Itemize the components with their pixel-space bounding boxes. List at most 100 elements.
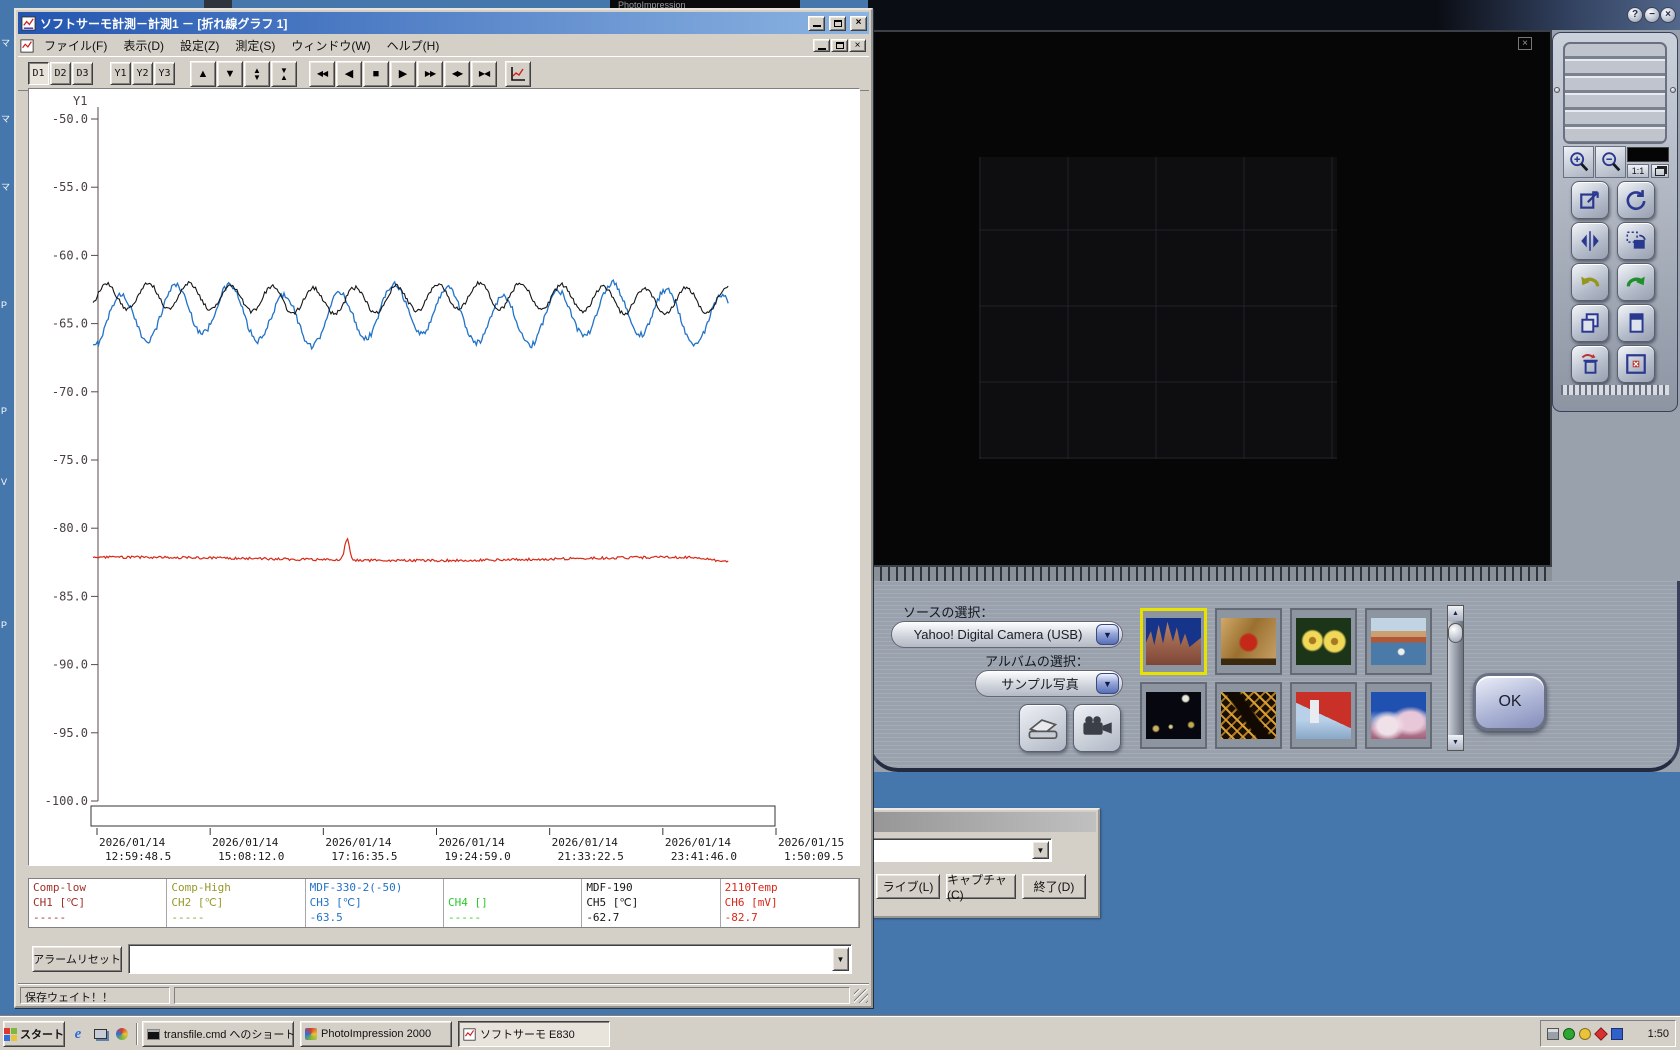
chevron-down-icon[interactable]: ▼: [1096, 624, 1119, 645]
internet-explorer-icon[interactable]: e: [68, 1024, 88, 1044]
titlebar[interactable]: ソフトサーモ計測－計測1 － [折れ線グラフ 1] ×: [18, 12, 869, 34]
menu-item-4[interactable]: ウィンドウ(W): [283, 36, 378, 55]
thumbnail-rock-spires[interactable]: [1140, 608, 1207, 675]
minimize-button[interactable]: [808, 16, 825, 31]
acquire-scanner-button[interactable]: [1019, 704, 1067, 752]
thumbnail-yellow-flowers[interactable]: [1290, 608, 1357, 675]
svg-text:-95.0: -95.0: [52, 726, 88, 740]
fast-forward-button[interactable]: ▶▶: [417, 61, 443, 87]
thumbnail-pink-clouds[interactable]: [1365, 682, 1432, 749]
viewer-close-icon[interactable]: ×: [1518, 37, 1532, 50]
alarm-reset-button[interactable]: アラームリセット: [32, 946, 122, 972]
chevron-down-icon[interactable]: ▼: [832, 947, 849, 971]
desktop-icon-label-fragment: マ: [1, 112, 10, 125]
zoom-out-button[interactable]: [1595, 146, 1626, 178]
start-button[interactable]: スタート: [3, 1021, 65, 1047]
desktop-icon-label-fragment: マ: [1, 36, 10, 49]
undo-button[interactable]: [1571, 263, 1609, 301]
resize-grip[interactable]: [854, 989, 868, 1003]
close-frame-button[interactable]: [1617, 345, 1655, 383]
paste-button[interactable]: [1617, 304, 1655, 342]
step-back-button[interactable]: ◀: [336, 61, 362, 87]
thumbnail-harbor-town[interactable]: [1365, 608, 1432, 675]
resize-button[interactable]: [1571, 181, 1609, 219]
dialog-button-0[interactable]: ライブ(L): [876, 874, 940, 899]
mdi-restore-button[interactable]: [831, 39, 848, 52]
scrollbar-thumb[interactable]: [1448, 623, 1463, 643]
toggle-y1[interactable]: Y1: [110, 62, 131, 85]
media-icon[interactable]: [112, 1024, 132, 1044]
copy-button[interactable]: [1571, 304, 1609, 342]
mdi-close-button[interactable]: ×: [849, 39, 866, 52]
toggle-y2[interactable]: Y2: [132, 62, 153, 85]
flip-horizontal-button[interactable]: [1571, 222, 1609, 260]
photoimpression-window: ? − × ×: [868, 0, 1680, 772]
ok-button[interactable]: OK: [1473, 673, 1547, 731]
thumbnail-cardinal-bird[interactable]: [1215, 608, 1282, 675]
status-red-icon[interactable]: [1594, 1027, 1608, 1041]
rock-spires-image: [1146, 618, 1201, 665]
chevron-down-icon[interactable]: ▼: [1032, 841, 1049, 859]
fit-horizontal-button[interactable]: ◀▶: [444, 61, 470, 87]
actual-size-button[interactable]: 1:1: [1627, 164, 1649, 178]
graph-setup-button[interactable]: [505, 61, 531, 87]
redo-button[interactable]: [1617, 263, 1655, 301]
source-select-combo[interactable]: Yahoo! Digital Camera (USB) ▼: [891, 621, 1123, 648]
acquire-camera-button[interactable]: [1073, 704, 1121, 752]
toggle-d3[interactable]: D3: [72, 62, 93, 85]
toggle-d1[interactable]: D1: [28, 62, 49, 85]
channel-name: 2110Temp: [725, 880, 854, 895]
task-button-1[interactable]: PhotoImpression 2000: [300, 1021, 452, 1047]
dialog-button-1[interactable]: キャプチャ(C): [946, 874, 1016, 899]
menu-item-0[interactable]: ファイル(F): [36, 36, 115, 55]
thumbnail-ship-lighthouse[interactable]: [1290, 682, 1357, 749]
series-ch6: [93, 539, 728, 562]
menu-item-5[interactable]: ヘルプ(H): [379, 36, 448, 55]
status-yellow-icon[interactable]: [1579, 1028, 1591, 1040]
task-button-0[interactable]: transfile.cmd へのショート...: [142, 1021, 294, 1047]
step-forward-button[interactable]: ▶: [390, 61, 416, 87]
compress-vertical-button[interactable]: ▼▲: [271, 61, 297, 87]
help-button[interactable]: ?: [1627, 7, 1643, 23]
toggle-d2[interactable]: D2: [50, 62, 71, 85]
menu-item-2[interactable]: 設定(Z): [172, 36, 227, 55]
menu-item-1[interactable]: 表示(D): [115, 36, 172, 55]
status-blue-icon[interactable]: [1611, 1028, 1623, 1040]
mdi-minimize-button[interactable]: [813, 39, 830, 52]
printer-icon[interactable]: [1547, 1028, 1559, 1040]
source-select-value: Yahoo! Digital Camera (USB): [914, 627, 1083, 642]
restore-button[interactable]: [829, 16, 846, 31]
scroll-down-icon[interactable]: ▼: [1448, 735, 1463, 750]
delete-button[interactable]: [1571, 345, 1609, 383]
line-chart: Y1-50.0-55.0-60.0-65.0-70.0-75.0-80.0-85…: [29, 89, 861, 867]
task-button-2[interactable]: ソフトサーモ E830: [458, 1021, 610, 1047]
album-select-combo[interactable]: サンプル写真 ▼: [975, 670, 1123, 697]
up-button[interactable]: ▲: [190, 61, 216, 87]
menu-item-3[interactable]: 測定(S): [227, 36, 283, 55]
scroll-up-icon[interactable]: ▲: [1448, 606, 1463, 621]
zoom-in-button[interactable]: [1563, 146, 1594, 178]
alarm-message-combo[interactable]: ▼: [128, 944, 852, 974]
toggle-y3[interactable]: Y3: [154, 62, 175, 85]
jump-end-button[interactable]: ▶◀: [471, 61, 497, 87]
rotate-button[interactable]: [1617, 181, 1655, 219]
close-button[interactable]: ×: [850, 16, 867, 31]
minimize-button[interactable]: −: [1644, 7, 1660, 23]
status-green-icon[interactable]: [1563, 1028, 1575, 1040]
thumbnail-night-city[interactable]: [1140, 682, 1207, 749]
chevron-down-icon[interactable]: ▼: [1096, 673, 1119, 694]
stop-button[interactable]: ■: [363, 61, 389, 87]
fit-window-button[interactable]: [1651, 164, 1669, 178]
ship-lighthouse-image: [1296, 692, 1351, 739]
crop-rotate-button[interactable]: [1617, 222, 1655, 260]
expand-vertical-button[interactable]: ▲▼: [244, 61, 270, 87]
desktop-icon[interactable]: [90, 1024, 110, 1044]
thumbnail-scrollbar[interactable]: ▲ ▼: [1447, 605, 1464, 751]
dialog-button-2[interactable]: 終了(D): [1022, 874, 1086, 899]
fast-rewind-button[interactable]: ◀◀: [309, 61, 335, 87]
thumbnail-gold-lattice[interactable]: [1215, 682, 1282, 749]
close-button[interactable]: ×: [1660, 7, 1676, 23]
app-icon: [21, 16, 36, 31]
down-button[interactable]: ▼: [217, 61, 243, 87]
alarm-row: アラームリセット ▼: [28, 938, 860, 978]
